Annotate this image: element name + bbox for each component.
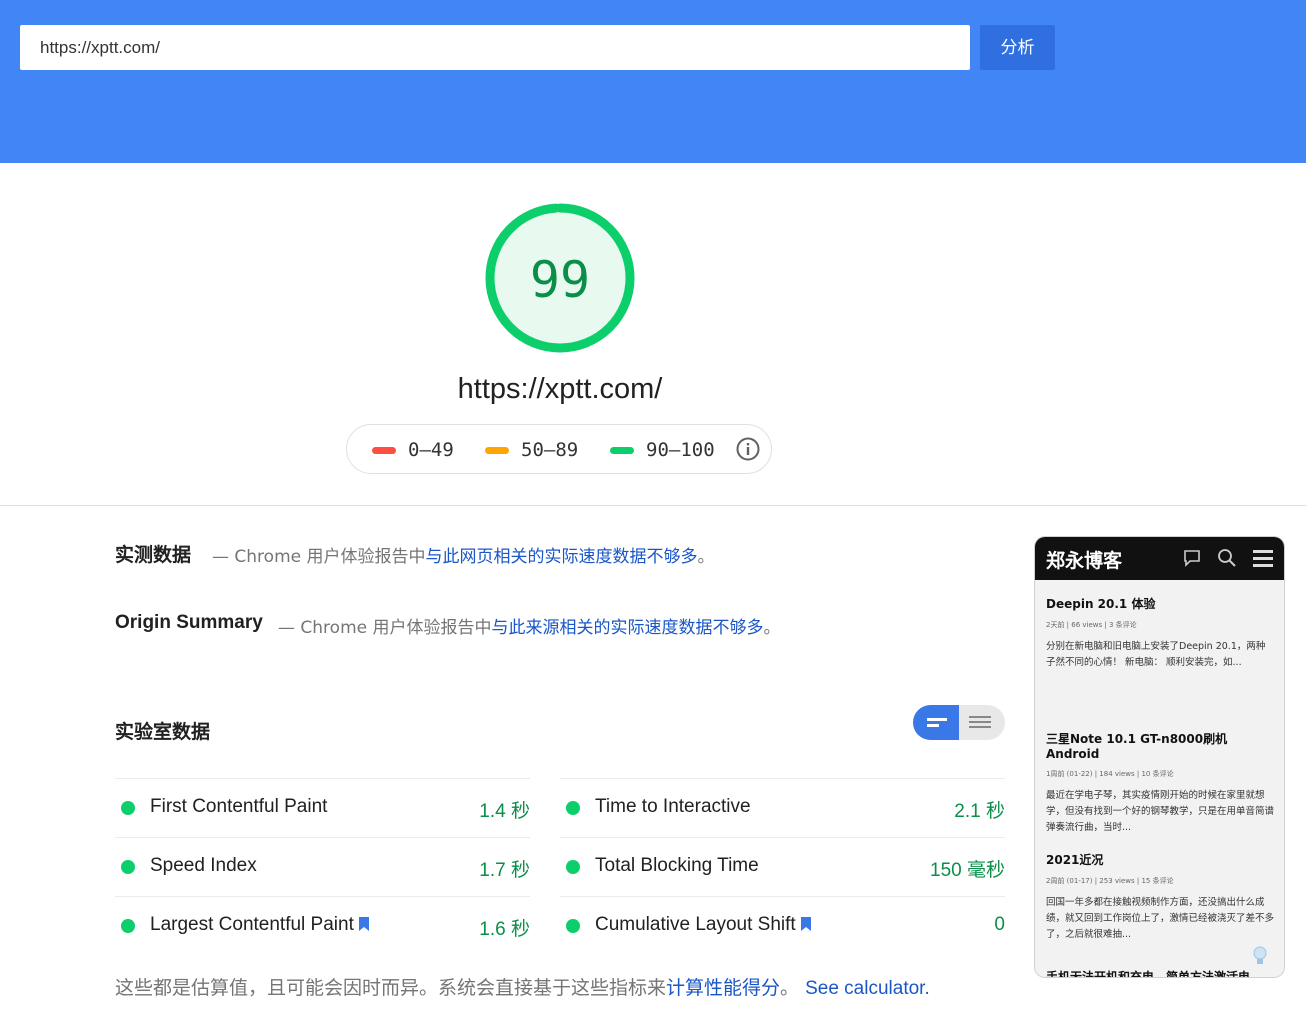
metric-time-to-interactive: Time to Interactive 2.1 秒 xyxy=(560,778,1005,837)
metric-name: Cumulative Layout Shift xyxy=(595,914,811,936)
legend-pass-swatch xyxy=(610,447,634,454)
thumbnail-post: 三星Note 10.1 GT-n8000刷机Android 1周前 (01-22… xyxy=(1046,730,1274,836)
pass-indicator-icon xyxy=(566,919,580,933)
menu-icon xyxy=(1253,550,1273,567)
footnote-period: 。 xyxy=(780,977,800,999)
thumbnail-site-title: 郑永博客 xyxy=(1046,550,1123,572)
tested-url: https://xptt.com/ xyxy=(457,373,663,405)
metric-cumulative-layout-shift: Cumulative Layout Shift 0 xyxy=(560,896,1005,955)
thumbnail-post-meta: 1周前 (01-22) | 184 views | 10 条评论 xyxy=(1046,770,1174,778)
pass-indicator-icon xyxy=(566,801,580,815)
metric-name: First Contentful Paint xyxy=(150,796,328,817)
metrics-view-toggle[interactable] xyxy=(913,705,1005,740)
thumbnail-post-excerpt: 回国一年多都在接触视频制作方面，还没搞出什么成绩，就又回到工作岗位上了，激情已经… xyxy=(1046,897,1275,940)
thumbnail-post-meta: 2天前 | 66 views | 3 条评论 xyxy=(1046,621,1137,629)
metric-value: 1.4 秒 xyxy=(479,801,530,822)
thumbnail-site-header: 郑永博客 xyxy=(1035,537,1284,580)
chat-bubble-icon xyxy=(1184,550,1200,567)
thumbnail-post-meta: 2周前 (01-17) | 253 views | 15 条评论 xyxy=(1046,877,1174,885)
legend-fail-swatch xyxy=(372,447,396,454)
analyze-button[interactable]: 分析 xyxy=(980,25,1055,70)
legend-pass-label: 90–100 xyxy=(646,439,715,461)
legend-average-swatch xyxy=(485,447,509,454)
performance-score-link[interactable]: 计算性能得分 xyxy=(666,977,780,999)
metric-name: Total Blocking Time xyxy=(595,855,759,876)
thumbnail-post-title: 三星Note 10.1 GT-n8000刷机Android xyxy=(1046,732,1228,761)
field-data-note-end: 。 xyxy=(697,547,715,567)
metric-largest-contentful-paint: Largest Contentful Paint 1.6 秒 xyxy=(115,896,530,955)
metric-value: 0 xyxy=(994,914,1005,935)
thumbnail-post-title: 2021近况 xyxy=(1046,853,1104,867)
thumbnail-post: 2021近况 2周前 (01-17) | 253 views | 15 条评论 … xyxy=(1046,851,1274,943)
metric-first-contentful-paint: First Contentful Paint 1.4 秒 xyxy=(115,778,530,837)
field-data-link[interactable]: 与此网页相关的实际速度数据不够多 xyxy=(426,547,698,567)
section-divider xyxy=(0,505,1306,506)
thumbnail-post: 手机无法开机和充电，简单方法激活电 xyxy=(1046,968,1274,977)
info-circle-icon[interactable] xyxy=(736,437,760,461)
metric-name: Time to Interactive xyxy=(595,796,751,817)
bookmark-icon xyxy=(358,917,369,931)
header-bar: 分析 xyxy=(0,0,1306,163)
metric-name: Speed Index xyxy=(150,855,257,876)
bookmark-icon xyxy=(800,917,811,931)
thumbnail-post-excerpt: 最近在学电子琴，其实疫情刚开始的时候在家里就想学，但没有找到一个好的钢琴教学，只… xyxy=(1046,790,1275,833)
lightbulb-icon xyxy=(1253,946,1267,964)
field-data-note: — Chrome 用户体验报告中与此网页相关的实际速度数据不够多。 xyxy=(212,542,715,567)
list-view-icon[interactable] xyxy=(959,705,1005,740)
thumbnail-post: Deepin 20.1 体验 2天前 | 66 views | 3 条评论 分别… xyxy=(1046,595,1274,671)
origin-note-text: — Chrome 用户体验报告中 xyxy=(278,618,492,638)
pass-indicator-icon xyxy=(121,860,135,874)
thumbnail-post-excerpt: 分别在新电脑和旧电脑上安装了Deepin 20.1，两种子然不同的心情！ 新电脑… xyxy=(1046,641,1266,668)
score-legend: 0–49 50–89 90–100 xyxy=(346,424,772,474)
legend-fail-label: 0–49 xyxy=(408,439,454,461)
origin-summary-note: — Chrome 用户体验报告中与此来源相关的实际速度数据不够多。 xyxy=(278,613,781,638)
search-icon xyxy=(1218,549,1236,567)
url-input[interactable] xyxy=(20,25,970,70)
metric-name: Largest Contentful Paint xyxy=(150,914,369,936)
thumbnail-post-title: Deepin 20.1 体验 xyxy=(1046,597,1156,611)
performance-score-gauge: 99 xyxy=(485,203,635,353)
metric-value: 150 毫秒 xyxy=(930,860,1005,881)
field-data-title: 实测数据 xyxy=(115,545,192,566)
metric-total-blocking-time: Total Blocking Time 150 毫秒 xyxy=(560,837,1005,896)
see-calculator-link[interactable]: See calculator. xyxy=(805,978,930,999)
score-value: 99 xyxy=(530,251,590,309)
metric-name-text: Largest Contentful Paint xyxy=(150,914,354,935)
lab-data-footnote: 这些都是估算值，且可能会因时而异。系统会直接基于这些指标来计算性能得分。 See… xyxy=(115,973,930,1000)
field-data-note-text: — Chrome 用户体验报告中 xyxy=(212,547,426,567)
metric-name-text: Cumulative Layout Shift xyxy=(595,914,796,935)
origin-note-end: 。 xyxy=(763,618,781,638)
pass-indicator-icon xyxy=(121,801,135,815)
footnote-text: 这些都是估算值，且可能会因时而异。系统会直接基于这些指标来 xyxy=(115,977,667,999)
metric-value: 1.7 秒 xyxy=(479,860,530,881)
metric-speed-index: Speed Index 1.7 秒 xyxy=(115,837,530,896)
pass-indicator-icon xyxy=(121,919,135,933)
pass-indicator-icon xyxy=(566,860,580,874)
lab-data-title: 实验室数据 xyxy=(115,722,211,743)
origin-summary-title: Origin Summary xyxy=(115,612,263,633)
legend-average-label: 50–89 xyxy=(521,439,579,461)
thumbnail-post-title: 手机无法开机和充电，简单方法激活电 xyxy=(1046,970,1251,977)
summary-view-icon[interactable] xyxy=(913,705,959,740)
metric-value: 1.6 秒 xyxy=(479,919,530,940)
origin-summary-link[interactable]: 与此来源相关的实际速度数据不够多 xyxy=(492,618,764,638)
metric-value: 2.1 秒 xyxy=(954,801,1005,822)
final-screenshot-thumbnail: 郑永博客 Deepin 20.1 体验 2天前 | 66 views | 3 条… xyxy=(1035,537,1284,977)
